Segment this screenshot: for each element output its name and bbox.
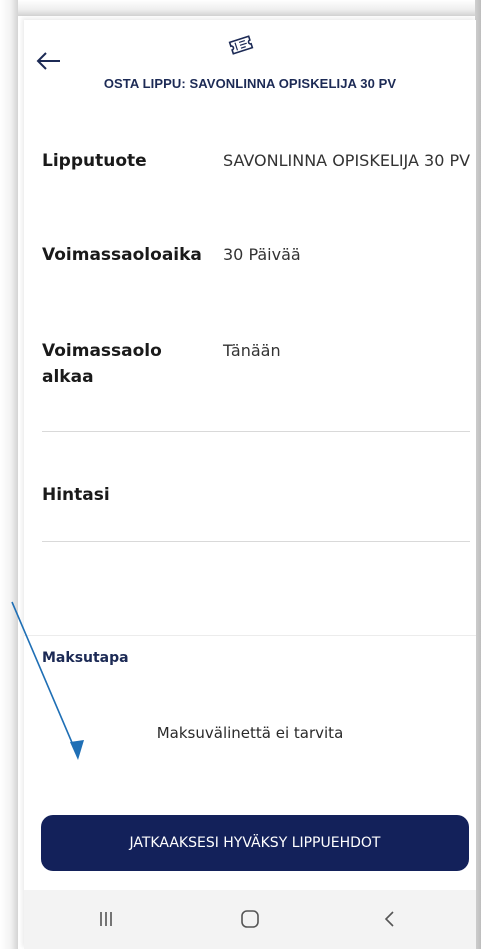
ticket-icon — [227, 34, 255, 56]
back-arrow-icon[interactable] — [34, 46, 64, 76]
frame-left-edge — [0, 0, 18, 949]
detail-row-validity: Voimassaoloaika 30 Päivää — [42, 242, 470, 302]
screenshot-stage: OSTA LIPPU: SAVONLINNA OPISKELIJA 30 PV … — [0, 0, 481, 949]
divider — [42, 431, 470, 432]
divider — [42, 541, 470, 542]
frame-top-edge — [0, 0, 481, 16]
app-header: OSTA LIPPU: SAVONLINNA OPISKELIJA 30 PV — [24, 20, 476, 112]
no-payment-message: Maksuvälinettä ei tarvita — [156, 724, 344, 742]
validity-value: 30 Päivää — [223, 245, 301, 264]
recents-icon[interactable] — [86, 904, 126, 934]
accept-terms-button[interactable]: JATKAAKSESI HYVÄKSY LIPPUEHDOT — [41, 815, 469, 871]
product-value: SAVONLINNA OPISKELIJA 30 PV — [223, 151, 471, 170]
price-label: Hintasi — [42, 485, 110, 505]
section-divider — [24, 635, 476, 636]
detail-row-start: Voimassaolo alkaa Tänään — [42, 338, 470, 398]
phone-screen: OSTA LIPPU: SAVONLINNA OPISKELIJA 30 PV … — [24, 20, 476, 949]
start-label: Voimassaolo alkaa — [42, 341, 162, 387]
detail-row-price: Hintasi — [42, 482, 470, 512]
page-title: OSTA LIPPU: SAVONLINNA OPISKELIJA 30 PV — [103, 76, 397, 91]
system-nav-bar — [24, 890, 476, 949]
start-value: Tänään — [223, 341, 281, 360]
detail-row-product: Lipputuote SAVONLINNA OPISKELIJA 30 PV — [42, 148, 470, 208]
validity-label: Voimassaoloaika — [42, 245, 202, 265]
home-icon[interactable] — [230, 904, 270, 934]
product-label: Lipputuote — [42, 151, 147, 171]
nav-back-icon[interactable] — [370, 904, 410, 934]
payment-method-heading: Maksutapa — [42, 650, 129, 666]
